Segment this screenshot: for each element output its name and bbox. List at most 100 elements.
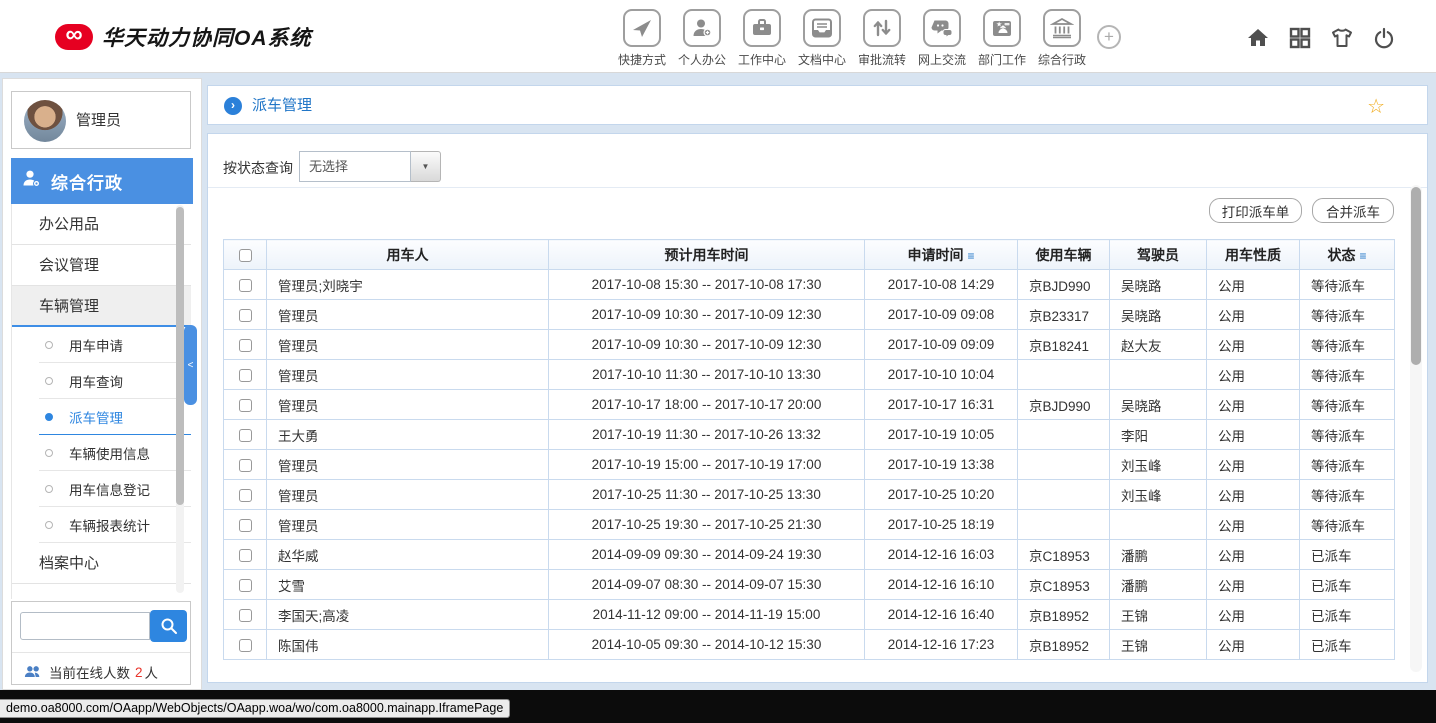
sidebar-section-admin[interactable]: 综合行政 [11, 158, 193, 204]
row-checkbox[interactable] [239, 519, 252, 532]
nav-item-document-center[interactable]: 文档中心 [792, 9, 852, 68]
table-row[interactable]: 管理员;刘晓宇 2017-10-08 15:30 -- 2017-10-08 1… [224, 270, 1395, 300]
user-avatar[interactable] [24, 100, 66, 142]
cell-user: 艾雪 [267, 570, 549, 600]
cell-nature: 公用 [1207, 630, 1300, 660]
nav-item-shortcuts[interactable]: 快捷方式 [612, 9, 672, 68]
table-row[interactable]: 艾雪 2014-09-07 08:30 -- 2014-09-07 15:30 … [224, 570, 1395, 600]
nav-item-admin[interactable]: 综合行政 [1032, 9, 1092, 68]
cell-status: 等待派车 [1300, 390, 1395, 420]
home-icon[interactable] [1246, 26, 1270, 50]
cell-driver: 吴晓路 [1110, 390, 1207, 420]
table-row[interactable]: 管理员 2017-10-25 19:30 -- 2017-10-25 21:30… [224, 510, 1395, 540]
cell-plan-time: 2017-10-25 19:30 -- 2017-10-25 21:30 [549, 510, 865, 540]
col-status[interactable]: 状态≡ [1300, 240, 1395, 270]
table-row[interactable]: 陈国伟 2014-10-05 09:30 -- 2014-10-12 15:30… [224, 630, 1395, 660]
cell-nature: 公用 [1207, 270, 1300, 300]
table-row[interactable]: 管理员 2017-10-17 18:00 -- 2017-10-17 20:00… [224, 390, 1395, 420]
status-filter-dropdown[interactable]: 无选择 ▼ [299, 151, 441, 182]
row-checkbox[interactable] [239, 339, 252, 352]
logo-infinity-icon: ∞ [55, 24, 93, 50]
table-row[interactable]: 管理员 2017-10-09 10:30 -- 2017-10-09 12:30… [224, 330, 1395, 360]
cell-status: 等待派车 [1300, 480, 1395, 510]
cell-driver: 潘鹏 [1110, 540, 1207, 570]
sidebar-item-vehicle-mgmt[interactable]: 车辆管理 [12, 286, 191, 327]
cell-status: 等待派车 [1300, 330, 1395, 360]
sidebar-subitem-vehicle-query[interactable]: 用车查询 [39, 363, 191, 399]
sidebar-subitem-dispatch-mgmt[interactable]: 派车管理 [39, 399, 191, 435]
nav-item-personal-office[interactable]: 个人办公 [672, 9, 732, 68]
table-row[interactable]: 李国天;高凌 2014-11-12 09:00 -- 2014-11-19 15… [224, 600, 1395, 630]
row-checkbox[interactable] [239, 429, 252, 442]
merge-dispatch-button[interactable]: 合并派车 [1312, 198, 1394, 223]
sidebar-subitem-vehicle-apply[interactable]: 用车申请 [39, 327, 191, 363]
dropdown-value[interactable]: 无选择 [299, 151, 411, 182]
sidebar-search-input[interactable] [20, 612, 150, 640]
cell-user: 王大勇 [267, 420, 549, 450]
sidebar-subitem-vehicle-report-stats[interactable]: 车辆报表统计 [39, 507, 191, 543]
cell-user: 李国天;高凌 [267, 600, 549, 630]
print-dispatch-button[interactable]: 打印派车单 [1209, 198, 1302, 223]
cell-nature: 公用 [1207, 450, 1300, 480]
nav-item-work-center[interactable]: 工作中心 [732, 9, 792, 68]
main-panel: 按状态查询 无选择 ▼ 打印派车单 合并派车 用车人 预计用车时间 申请时间≡ … [207, 133, 1428, 683]
theme-shirt-icon[interactable] [1330, 26, 1354, 50]
cell-apply-time: 2014-12-16 17:23 [865, 630, 1018, 660]
row-checkbox[interactable] [239, 639, 252, 652]
breadcrumb-arrow-icon: › [224, 97, 242, 115]
cell-status: 等待派车 [1300, 300, 1395, 330]
table-row[interactable]: 王大勇 2017-10-19 11:30 -- 2017-10-26 13:32… [224, 420, 1395, 450]
cell-plan-time: 2017-10-09 10:30 -- 2017-10-09 12:30 [549, 330, 865, 360]
row-checkbox[interactable] [239, 459, 252, 472]
sidebar-scrollbar-thumb[interactable] [176, 207, 184, 505]
row-checkbox[interactable] [239, 609, 252, 622]
nav-item-online-chat[interactable]: 网上交流 [912, 9, 972, 68]
cell-nature: 公用 [1207, 510, 1300, 540]
arrows-updown-icon [863, 9, 901, 47]
cell-driver: 潘鹏 [1110, 570, 1207, 600]
cell-apply-time: 2017-10-08 14:29 [865, 270, 1018, 300]
select-all-checkbox[interactable] [239, 249, 252, 262]
more-apps-plus-icon[interactable]: + [1097, 25, 1121, 49]
sidebar-item-archive-center[interactable]: 档案中心 [12, 543, 191, 584]
nav-item-department-work[interactable]: ★ 部门工作 [972, 9, 1032, 68]
row-checkbox[interactable] [239, 369, 252, 382]
sidebar-collapse-handle[interactable]: < [184, 325, 197, 405]
cell-status: 已派车 [1300, 540, 1395, 570]
cell-nature: 公用 [1207, 570, 1300, 600]
cell-plan-time: 2017-10-17 18:00 -- 2017-10-17 20:00 [549, 390, 865, 420]
sidebar-subitem-vehicle-info-register[interactable]: 用车信息登记 [39, 471, 191, 507]
sidebar-item-meeting-mgmt[interactable]: 会议管理 [12, 245, 191, 286]
nav-item-approval-flow[interactable]: 审批流转 [852, 9, 912, 68]
sidebar-subitem-vehicle-usage-info[interactable]: 车辆使用信息 [39, 435, 191, 471]
chevron-down-icon[interactable]: ▼ [411, 151, 441, 182]
power-icon[interactable] [1372, 26, 1396, 50]
cell-plan-time: 2017-10-25 11:30 -- 2017-10-25 13:30 [549, 480, 865, 510]
breadcrumb-bar: › 派车管理 ☆ [207, 85, 1428, 125]
cell-driver: 刘玉峰 [1110, 480, 1207, 510]
row-checkbox[interactable] [239, 399, 252, 412]
row-checkbox[interactable] [239, 549, 252, 562]
table-row[interactable]: 管理员 2017-10-19 15:00 -- 2017-10-19 17:00… [224, 450, 1395, 480]
cell-user: 管理员 [267, 510, 549, 540]
row-checkbox[interactable] [239, 309, 252, 322]
briefcase-icon [743, 9, 781, 47]
cell-user: 管理员 [267, 480, 549, 510]
cell-vehicle: 京B18952 [1018, 630, 1110, 660]
table-row[interactable]: 管理员 2017-10-25 11:30 -- 2017-10-25 13:30… [224, 480, 1395, 510]
table-row[interactable]: 管理员 2017-10-09 10:30 -- 2017-10-09 12:30… [224, 300, 1395, 330]
table-row[interactable]: 管理员 2017-10-10 11:30 -- 2017-10-10 13:30… [224, 360, 1395, 390]
table-row[interactable]: 赵华威 2014-09-09 09:30 -- 2014-09-24 19:30… [224, 540, 1395, 570]
cell-user: 管理员 [267, 300, 549, 330]
row-checkbox[interactable] [239, 579, 252, 592]
row-checkbox[interactable] [239, 279, 252, 292]
col-apply-time[interactable]: 申请时间≡ [865, 240, 1018, 270]
bullet-icon [45, 485, 53, 493]
favorite-star-icon[interactable]: ☆ [1367, 94, 1385, 119]
row-checkbox[interactable] [239, 489, 252, 502]
main-scrollbar-thumb[interactable] [1411, 187, 1421, 365]
apps-grid-icon[interactable] [1288, 26, 1312, 50]
sidebar-item-office-supplies[interactable]: 办公用品 [12, 204, 191, 245]
cell-apply-time: 2017-10-17 16:31 [865, 390, 1018, 420]
search-button[interactable] [150, 610, 187, 642]
